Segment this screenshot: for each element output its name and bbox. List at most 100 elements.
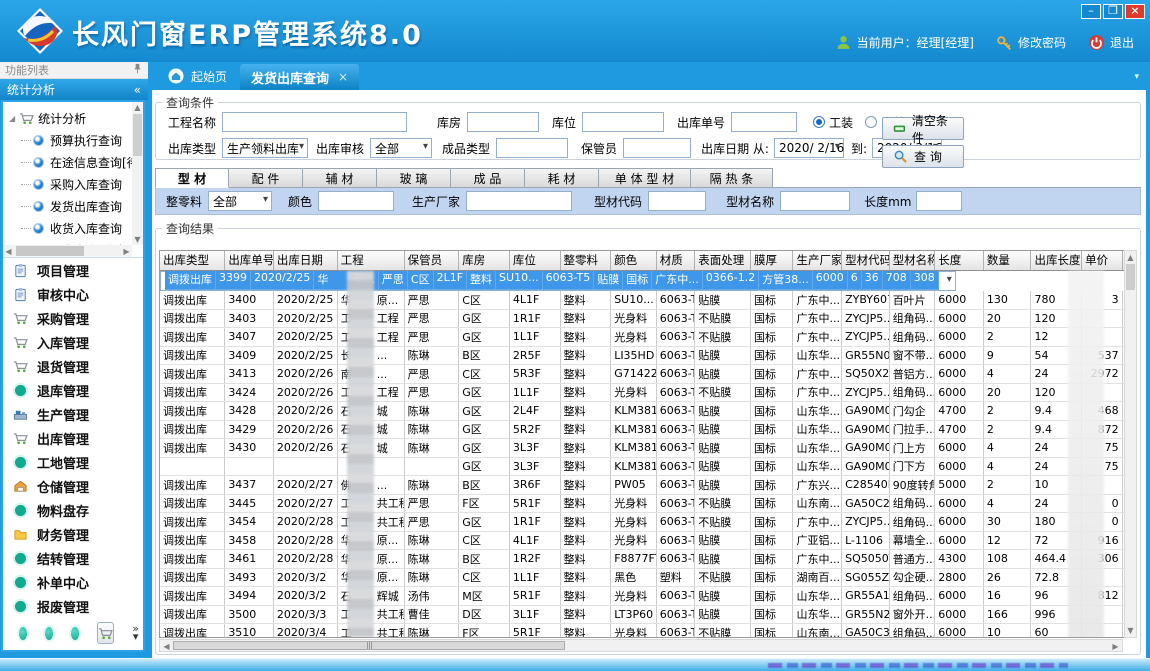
maker-input[interactable] [466,191,572,211]
change-password-button[interactable]: 修改密码 [996,34,1066,51]
column-header[interactable]: 出库长度 [1031,251,1082,270]
column-header[interactable]: 表面处理 [695,251,751,270]
warehouse-input[interactable] [467,112,539,132]
table-row[interactable]: 调拨出库34372020/2/27佛...陈琳B区3R6F整料PW056063-… [160,476,1128,495]
scroll-down-icon[interactable]: ▼ [1125,625,1136,636]
sidebar-item-补单中心[interactable]: 补单中心 [3,570,143,594]
column-header[interactable]: 库位 [509,251,560,270]
material-tab-1[interactable]: 型 材 [155,168,229,188]
tab-active[interactable]: 发货出库查询 × [240,64,359,90]
overflow-chevron[interactable]: »▾ [132,625,139,641]
sidebar-item-出库管理[interactable]: 出库管理 [3,426,143,450]
table-row[interactable]: 调拨出库33992020/2/25华原...严思C区2L1F整料SU10...6… [160,271,956,291]
material-tab-3[interactable]: 辅 材 [303,168,377,188]
sidebar-item-退货管理[interactable]: 退货管理 [3,354,143,378]
table-row[interactable]: 调拨出库34292020/2/26石城陈琳G区5R2F整料KLM38176063… [160,420,1128,439]
sidebar-item-生产管理[interactable]: 生产管理 [3,402,143,426]
scrollbar-thumb[interactable] [1126,264,1135,290]
minimize-button[interactable]: – [1081,4,1101,19]
color-input[interactable] [318,191,394,211]
column-header[interactable]: 生产厂家 [793,251,842,270]
sidebar-item-项目管理[interactable]: 项目管理 [3,258,143,282]
table-row[interactable]: 调拨出库35002020/3/3工共工程曹佳D区3L1F整料LT3P606063… [160,605,1128,624]
sidebar-item-仓储管理[interactable]: 仓储管理 [3,474,143,498]
out-type-select[interactable]: 生产领料出库 [222,138,308,158]
table-row[interactable]: 调拨出库34242020/2/26工工程严思G区1L1F整料光身料6063-T5… [160,383,1128,402]
length-input[interactable] [916,191,962,211]
tree-item[interactable]: 采购入库查询 [9,173,143,195]
location-input[interactable] [582,112,664,132]
keeper-input[interactable] [623,138,691,158]
scrollbar-thumb[interactable] [16,246,84,256]
date-from-select[interactable]: 2020/ 2/16 [774,138,844,158]
scroll-left-icon[interactable]: ◀ [3,246,14,257]
column-header[interactable]: 出库类型 [160,251,225,270]
circle-icon[interactable] [19,627,27,640]
column-header[interactable]: 出库单号 [225,251,274,270]
profile-name-input[interactable] [780,191,850,211]
column-header[interactable]: 材质 [656,251,694,270]
material-tab-7[interactable]: 单 体 型 材 [599,168,691,188]
table-row[interactable]: 调拨出库34542020/2/28工共工程严思G区1R1F整料光身料6063-T… [160,513,1128,532]
tree-root-item[interactable]: ◢统计分析 [9,107,143,129]
table-row[interactable]: 调拨出库34002020/2/25华原...严思C区4L1F整料SU10...6… [160,291,1128,310]
sidebar-item-财务管理[interactable]: 财务管理 [3,522,143,546]
column-header[interactable]: 膜厚 [750,251,793,270]
table-row[interactable]: 调拨出库34072020/2/25工工程严思G区1L1F整料光身料6063-T5… [160,328,1128,347]
sidebar-item-报废管理[interactable]: 报废管理 [3,594,143,618]
profile-code-input[interactable] [648,191,706,211]
sidebar-item-工地管理[interactable]: 工地管理 [3,450,143,474]
tree-item[interactable]: 在途信息查询[待 [9,151,143,173]
scroll-down-icon[interactable]: ▼ [132,234,143,245]
column-header[interactable]: 型材代码 [842,251,890,270]
order-no-input[interactable] [731,112,797,132]
column-header[interactable]: 库房 [459,251,510,270]
column-header[interactable]: 出库日期 [273,251,337,270]
tree-horizontal-scrollbar[interactable]: ◀ ▶ [3,245,132,257]
table-row[interactable]: 调拨出库35102020/3/4工共工程陈琳F区5R1F整料光身料6063-T5… [160,624,1128,639]
clear-conditions-button[interactable]: 清空条件 [882,117,964,140]
column-header[interactable]: 单价 [1082,251,1123,270]
table-row[interactable]: 调拨出库34582020/2/28华原...陈琳C区4L1F整料光身料6063-… [160,531,1128,550]
column-header[interactable]: 保管员 [404,251,459,270]
scrollbar-thumb[interactable] [133,114,142,156]
table-row[interactable]: 调拨出库34942020/3/2石辉城汤伟M区5R1F整料光身料6063-T5贴… [160,587,1128,606]
column-header[interactable]: 数量 [983,251,1031,270]
material-tab-2[interactable]: 配 件 [229,168,303,188]
scroll-right-icon[interactable]: ▶ [121,246,132,257]
part-select[interactable]: 全部 [208,191,272,211]
sidebar-item-退库管理[interactable]: 退库管理 [3,378,143,402]
maximize-button[interactable]: ❐ [1103,4,1123,19]
material-tab-5[interactable]: 成 品 [451,168,525,188]
table-row[interactable]: 调拨出库34132020/2/26南...严思C区5R3F整料G71422606… [160,365,1128,384]
table-row[interactable]: 调拨出库34612020/2/28华原...陈琳B区1R2F整料F8877FT6… [160,550,1128,569]
tab-list-caret-icon[interactable]: ▾ [1134,72,1139,82]
tab-close-icon[interactable]: × [338,70,348,84]
material-tab-6[interactable]: 耗 材 [525,168,599,188]
search-button[interactable]: 查 询 [882,145,964,168]
pin-icon[interactable] [132,63,143,77]
table-row[interactable]: 调拨出库34452020/2/27工共工程严思F区5R1F整料光身料6063-T… [160,494,1128,513]
sidebar-item-入库管理[interactable]: 入库管理 [3,330,143,354]
scroll-up-icon[interactable]: ▲ [132,102,143,113]
section-header[interactable]: 统计分析 « [0,79,148,100]
table-row[interactable]: 调拨出库34032020/2/25工工程严思G区1R1F整料光身料6063-T5… [160,309,1128,328]
column-header[interactable]: 颜色 [611,251,657,270]
column-header[interactable]: 型材名称 [889,251,935,270]
radio-gongzhuang[interactable]: 工装 [813,114,853,131]
scrollbar-thumb[interactable] [173,641,565,650]
close-button[interactable]: × [1125,4,1145,19]
column-header[interactable]: 长度 [935,251,984,270]
table-row[interactable]: 调拨出库34302020/2/26石城陈琳G区3L3F整料KLM38176063… [160,439,1128,458]
column-header[interactable]: 整零料 [560,251,611,270]
tree-vertical-scrollbar[interactable]: ▲ ▼ [132,102,143,245]
scroll-left-icon[interactable]: ◀ [161,641,172,652]
sidebar-item-结转管理[interactable]: 结转管理 [3,546,143,570]
product-type-input[interactable] [496,138,568,158]
collapse-icon[interactable]: « [134,83,141,97]
expander-icon[interactable]: ◢ [9,114,15,123]
circle-icon[interactable] [71,627,79,640]
tree-item[interactable]: 发货出库查询 [9,195,143,217]
material-tab-8[interactable]: 隔 热 条 [691,168,773,188]
logout-button[interactable]: 退出 [1088,34,1134,51]
